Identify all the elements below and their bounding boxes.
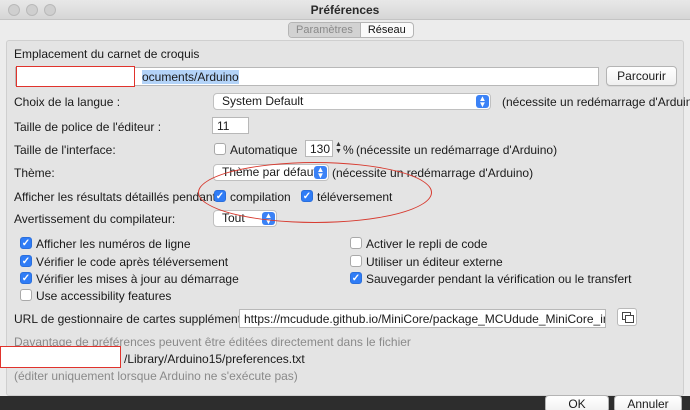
verify-after-upload-checkbox[interactable]: ✓ xyxy=(20,255,32,267)
tab-reseau[interactable]: Réseau xyxy=(361,23,413,37)
editor-font-input[interactable]: 11 xyxy=(212,117,249,134)
code-folding-checkbox[interactable] xyxy=(350,237,362,249)
external-editor-checkbox[interactable] xyxy=(350,255,362,267)
verbose-upload-label: téléversement xyxy=(317,190,393,204)
cancel-button[interactable]: Annuler xyxy=(614,395,682,410)
line-numbers-checkbox[interactable]: ✓ xyxy=(20,237,32,249)
verbose-compile-checkbox[interactable]: ✓ xyxy=(214,190,226,202)
editor-font-label: Taille de police de l'éditeur : xyxy=(14,120,162,134)
boards-url-label: URL de gestionnaire de cartes supplément… xyxy=(14,312,268,326)
save-on-verify-checkbox[interactable]: ✓ xyxy=(350,272,362,284)
chevron-updown-icon: ▲ ▼ xyxy=(262,212,275,226)
interface-size-input[interactable]: 130 xyxy=(305,140,333,157)
chevron-updown-icon: ▲ ▼ xyxy=(476,95,489,109)
tab-parametres[interactable]: Paramètres xyxy=(289,23,361,37)
verify-after-upload-label: Vérifier le code après téléversement xyxy=(36,255,229,269)
language-note: (nécessite un redémarrage d'Arduino) xyxy=(502,95,690,109)
chevron-updown-icon: ▲ ▼ xyxy=(314,166,327,180)
language-label: Choix de la langue : xyxy=(14,95,121,109)
preferences-window: Préférences Paramètres Réseau Emplacemen… xyxy=(0,0,690,410)
interface-size-note: (nécessite un redémarrage d'Arduino) xyxy=(356,143,558,157)
prefs-file-path: /Library/Arduino15/preferences.txt xyxy=(124,352,305,366)
accessibility-label: Use accessibility features xyxy=(36,289,172,303)
window-title: Préférences xyxy=(310,3,380,17)
check-updates-checkbox[interactable]: ✓ xyxy=(20,272,32,284)
language-select[interactable]: System Default ▲ ▼ xyxy=(213,93,491,110)
code-folding-label: Activer le repli de code xyxy=(366,237,488,251)
theme-select[interactable]: Thème par défaut ▲ ▼ xyxy=(213,164,329,181)
accessibility-checkbox[interactable] xyxy=(20,289,32,301)
title-bar[interactable]: Préférences xyxy=(0,0,690,20)
verbose-label: Afficher les résultats détaillés pendant… xyxy=(14,190,223,204)
interface-size-unit: % xyxy=(343,143,354,157)
auto-size-checkbox[interactable] xyxy=(214,143,226,155)
interface-size-label: Taille de l'interface: xyxy=(14,143,116,157)
tab-bar: Paramètres Réseau xyxy=(288,22,414,38)
save-on-verify-label: Sauvegarder pendant la vérification ou l… xyxy=(366,272,632,286)
theme-note: (nécessite un redémarrage d'Arduino) xyxy=(332,166,534,180)
browse-button[interactable]: Parcourir xyxy=(606,66,677,86)
redaction-box xyxy=(0,346,121,368)
copy-icon[interactable] xyxy=(617,308,637,326)
verbose-upload-checkbox[interactable]: ✓ xyxy=(301,190,313,202)
verbose-compile-label: compilation xyxy=(230,190,291,204)
compiler-warnings-value: Tout xyxy=(222,211,245,225)
language-value: System Default xyxy=(222,94,304,108)
external-editor-label: Utiliser un éditeur externe xyxy=(366,255,503,269)
auto-size-label: Automatique xyxy=(230,143,298,157)
redaction-box xyxy=(16,66,135,87)
theme-value: Thème par défaut xyxy=(222,165,317,179)
prefs-file-note: (éditer uniquement lorsque Arduino ne s'… xyxy=(14,369,298,383)
theme-label: Thème: xyxy=(14,166,55,180)
sketchbook-path-text: ocuments/Arduino xyxy=(142,70,239,84)
boards-url-input[interactable]: https://mcudude.github.io/MiniCore/packa… xyxy=(239,309,606,328)
settings-panel: Emplacement du carnet de croquis ocument… xyxy=(6,40,690,396)
compiler-warnings-label: Avertissement du compilateur: xyxy=(14,212,176,226)
ok-button[interactable]: OK xyxy=(545,395,609,410)
sketchbook-label: Emplacement du carnet de croquis xyxy=(14,47,200,61)
line-numbers-label: Afficher les numéros de ligne xyxy=(36,237,191,251)
check-updates-label: Vérifier les mises à jour au démarrage xyxy=(36,272,239,286)
compiler-warnings-select[interactable]: Tout ▲ ▼ xyxy=(213,210,277,227)
stepper-arrows-icon[interactable]: ▲ ▼ xyxy=(334,141,343,157)
